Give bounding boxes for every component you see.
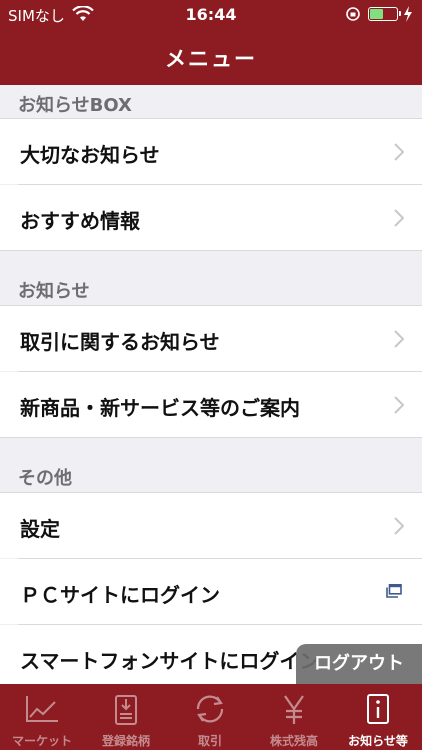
battery-icon: [368, 7, 401, 21]
chevron-right-icon: [394, 209, 404, 227]
menu-item-label: ＰＣサイトにログイン: [20, 583, 220, 607]
tab-label: マーケット: [11, 734, 72, 748]
tab-label: 株式残高: [269, 734, 318, 748]
menu-item-important-notices[interactable]: 大切なお知らせ: [0, 119, 422, 184]
logout-button[interactable]: ログアウト: [296, 644, 422, 684]
menu-item-label: 新商品・新サービス等のご案内: [20, 396, 300, 420]
tab-notices[interactable]: お知らせ等: [336, 684, 420, 750]
orientation-lock-icon: [346, 7, 360, 21]
tab-bar: マーケット 登録銘柄 取引 株式残高 お知らせ等: [0, 684, 422, 750]
menu-item-label: 取引に関するお知らせ: [20, 330, 220, 354]
tab-market[interactable]: マーケット: [0, 684, 84, 750]
menu-item-pc-site-login[interactable]: ＰＣサイトにログイン: [0, 559, 422, 624]
chevron-right-icon: [394, 396, 404, 414]
external-window-icon: [386, 584, 402, 598]
tab-label: 登録銘柄: [101, 734, 150, 748]
section-header-other: その他: [0, 438, 422, 492]
section-header-info-box: お知らせBOX: [0, 85, 422, 118]
status-bar: SIMなし 16:44: [0, 0, 422, 28]
menu-item-settings[interactable]: 設定: [0, 493, 422, 558]
charging-icon: [404, 6, 412, 22]
clipboard-icon: [115, 695, 137, 725]
tab-label: お知らせ等: [348, 734, 408, 748]
chevron-right-icon: [394, 330, 404, 348]
menu-item-trade-notices[interactable]: 取引に関するお知らせ: [0, 306, 422, 371]
menu-item-label: 設定: [20, 517, 60, 541]
tab-watchlist[interactable]: 登録銘柄: [84, 684, 168, 750]
menu-item-new-products[interactable]: 新商品・新サービス等のご案内: [0, 372, 422, 437]
chevron-right-icon: [394, 517, 404, 535]
menu-item-label: おすすめ情報: [20, 209, 140, 233]
tab-label: 取引: [197, 734, 222, 748]
nav-bar: メニュー: [0, 28, 422, 85]
menu-item-recommended-info[interactable]: おすすめ情報: [0, 185, 422, 250]
info-icon: [367, 694, 389, 724]
section-header-notices: お知らせ: [0, 251, 422, 305]
menu-item-label: スマートフォンサイトにログイン: [20, 649, 320, 673]
refresh-icon: [196, 695, 224, 723]
tab-holdings[interactable]: 株式残高: [252, 684, 336, 750]
yen-icon: [284, 695, 304, 724]
menu-item-label: 大切なお知らせ: [20, 143, 160, 167]
chart-icon: [26, 696, 58, 722]
tab-trade[interactable]: 取引: [168, 684, 252, 750]
chevron-right-icon: [394, 143, 404, 161]
page-title: メニュー: [165, 47, 257, 71]
